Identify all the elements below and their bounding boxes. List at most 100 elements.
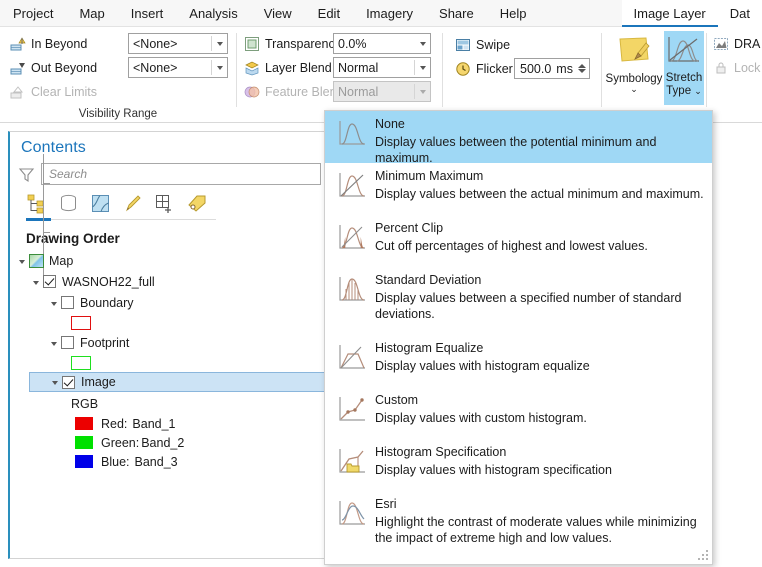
band-row-blue: Blue: Band_3 [15,452,329,471]
swipe-icon [455,37,471,53]
footprint-visibility-checkbox[interactable] [61,336,74,349]
layer-blend-icon [244,60,260,76]
symbology-icon [616,35,652,71]
list-by-labeling-icon[interactable] [186,193,207,214]
image-visibility-checkbox[interactable] [62,375,75,389]
boundary-label: Boundary [80,295,134,310]
flicker-value: 500.0 [520,61,552,76]
dropdown-item-histogram-equalize[interactable]: Histogram Equalize Display values with h… [325,335,712,387]
dropdown-item-esri[interactable]: Esri Highlight the contrast of moderate … [325,491,712,559]
menu-item-project[interactable]: Project [0,0,66,27]
tree-node-wasnoh22-full[interactable]: WASNOH22_full [15,271,329,292]
histogram-none-icon [337,119,367,149]
dropdown-item-standard-deviation[interactable]: Standard Deviation Display values betwee… [325,267,712,335]
tree-node-boundary[interactable]: Boundary [15,292,329,313]
out-beyond-icon [10,60,26,76]
dropdown-item-none[interactable]: None Display values between the potentia… [325,111,712,165]
flicker-row[interactable]: Flicker [455,58,513,80]
layer-visibility-checkbox[interactable] [43,275,56,288]
dra-row[interactable]: DRA [713,33,760,55]
menu-item-help[interactable]: Help [487,0,540,27]
chevron-down-icon [420,89,426,94]
dra-icon [713,36,729,52]
tree-node-map[interactable]: Map [15,250,329,271]
chevron-down-icon[interactable]: ⌄ [630,85,638,94]
histogram-percent-clip-icon [337,223,367,253]
expand-collapse-icon[interactable] [52,381,58,385]
contents-pane: Contents Search Drawing Order Map WASNOH… [8,131,330,559]
symbology-button[interactable]: Symbology ⌄ [605,31,663,105]
transparency-combo[interactable]: 0.0% [333,33,431,54]
combo-separator [211,60,212,75]
tab-data[interactable]: Dat [717,1,762,27]
chevron-down-icon [420,41,426,46]
map-icon [29,253,44,268]
flicker-label: Flicker [476,62,513,76]
out-beyond-label: Out Beyond [31,61,98,75]
combo-separator [414,60,415,75]
ribbon-group-compare: Swipe Flicker 500.0 ms [443,27,601,123]
flicker-spinner[interactable]: 500.0 ms [514,58,590,79]
expand-collapse-icon[interactable] [19,259,25,264]
menu-item-imagery[interactable]: Imagery [353,0,426,27]
expand-collapse-icon[interactable] [33,280,39,285]
clear-limits-row[interactable]: Clear Limits [10,81,97,103]
flicker-unit: ms [556,61,573,76]
item-description: Display values between the potential min… [375,135,657,165]
menu-item-view[interactable]: View [251,0,305,27]
layer-blend-value: Normal [338,60,379,75]
rgb-label: RGB [71,397,99,411]
list-by-selection-icon[interactable] [90,193,111,214]
tab-image-layer[interactable]: Image Layer [621,1,718,27]
tree-node-footprint[interactable]: Footprint [15,332,329,353]
list-by-snapping-icon[interactable] [154,193,175,214]
footprint-symbol-swatch[interactable] [71,355,91,370]
dropdown-item-minimum-maximum[interactable]: Minimum Maximum Display values between t… [325,163,712,215]
spinner-arrows[interactable] [577,63,586,74]
menu-item-share[interactable]: Share [426,0,487,27]
blue-band-swatch[interactable] [75,455,93,468]
menu-item-map[interactable]: Map [66,0,117,27]
out-beyond-combo[interactable]: <None> [128,57,228,78]
dropdown-item-histogram-specification[interactable]: Histogram Specification Display values w… [325,439,712,491]
dropdown-item-percent-clip[interactable]: Percent Clip Cut off percentages of high… [325,215,712,267]
list-by-editing-icon[interactable] [122,193,143,214]
green-band-swatch[interactable] [75,436,93,449]
clear-limits-label: Clear Limits [31,85,97,99]
histogram-specification-icon [337,447,367,477]
band-row-green: Green: Band_2 [15,433,329,452]
menu-item-insert[interactable]: Insert [118,0,177,27]
search-placeholder: Search [49,167,88,181]
drawing-order-header: Drawing Order [26,231,120,246]
boundary-visibility-checkbox[interactable] [61,296,74,309]
filter-funnel-icon[interactable] [18,166,35,183]
out-beyond-row: Out Beyond [10,57,97,79]
menu-item-edit[interactable]: Edit [305,0,353,27]
resize-grip-icon[interactable] [698,550,708,560]
expand-collapse-icon[interactable] [51,341,57,346]
transparency-value: 0.0% [338,36,367,51]
green-band-value: Band_2 [141,435,185,450]
menu-item-analysis[interactable]: Analysis [176,0,250,27]
search-input[interactable]: Search [41,163,321,185]
feature-blend-row: Feature Blend [244,81,344,103]
item-title: Esri [375,497,397,511]
contents-view-toolbar [10,185,329,214]
in-beyond-combo[interactable]: <None> [128,33,228,54]
transparency-icon [244,36,260,52]
item-title: Minimum Maximum [375,169,484,183]
list-by-data-source-icon[interactable] [58,193,79,214]
tree-node-image[interactable]: Image [29,372,327,392]
expand-collapse-icon[interactable] [51,301,57,306]
boundary-symbol-swatch[interactable] [71,315,91,330]
layer-blend-combo[interactable]: Normal [333,57,431,78]
in-beyond-value: <None> [133,36,178,51]
in-beyond-row: In Beyond [10,33,97,55]
item-description: Display values with custom histogram. [375,411,587,425]
stretch-type-button[interactable]: Stretch Type ⌄ [664,31,704,105]
ribbon-group-dra: DRA Lock [707,27,762,123]
red-band-swatch[interactable] [75,417,93,430]
swipe-row[interactable]: Swipe [455,34,513,56]
dropdown-item-custom[interactable]: Custom Display values with custom histog… [325,387,712,439]
transparency-row: Transparency [244,33,344,55]
